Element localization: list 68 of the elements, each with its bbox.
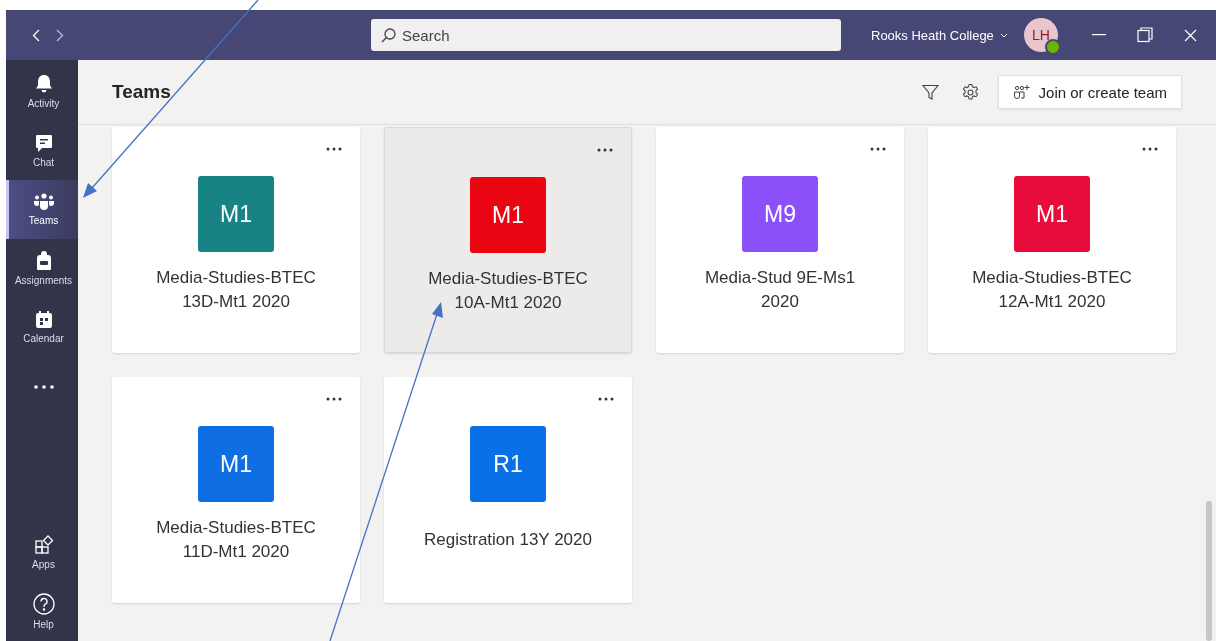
rail-item[interactable]: Teams xyxy=(6,180,78,239)
team-card[interactable]: M9 Media-Stud 9E-Ms1 2020 xyxy=(656,127,904,353)
rail-item[interactable]: Apps xyxy=(6,523,78,582)
chevron-right-icon xyxy=(56,28,64,42)
rail-label: Calendar xyxy=(23,333,64,344)
filter-icon xyxy=(921,83,939,101)
rail-label: Assignments xyxy=(14,275,73,286)
team-name: Media-Studies-BTEC 11D-Mt1 2020 xyxy=(156,517,316,563)
more-options-button[interactable] xyxy=(595,146,615,154)
team-name: Media-Stud 9E-Ms1 2020 xyxy=(704,267,856,313)
organization-switcher[interactable]: Rooks Heath College xyxy=(871,27,1008,43)
team-avatar: M1 xyxy=(198,426,274,502)
rail-label: Chat xyxy=(32,156,55,168)
bell-icon xyxy=(34,74,53,94)
ellipsis-icon xyxy=(326,147,342,151)
more-options-button[interactable] xyxy=(596,395,616,403)
team-name: Media-Studies-BTEC 10A-Mt1 2020 xyxy=(428,268,588,314)
ellipsis-icon xyxy=(870,147,886,151)
chevron-down-icon xyxy=(999,32,1008,38)
rail-label: Teams xyxy=(28,215,59,226)
apps-icon xyxy=(33,535,54,555)
join-or-create-team-button[interactable]: Join or create team xyxy=(997,75,1182,109)
rail-item[interactable]: Chat xyxy=(6,121,78,180)
rail-item[interactable]: Calendar xyxy=(6,298,78,357)
rail-item[interactable]: Assignments xyxy=(6,239,78,298)
page-title: Teams xyxy=(112,81,171,103)
team-avatar: M9 xyxy=(742,176,818,252)
team-avatar: M1 xyxy=(470,177,546,253)
team-avatar: M1 xyxy=(198,176,274,252)
team-card[interactable]: M1 Media-Studies-BTEC 11D-Mt1 2020 xyxy=(112,377,360,603)
more-options-button[interactable] xyxy=(324,145,344,153)
close-icon xyxy=(1184,28,1198,42)
team-avatar: M1 xyxy=(1014,176,1090,252)
team-name: Registration 13Y 2020 xyxy=(424,529,592,551)
team-avatar: R1 xyxy=(470,426,546,502)
team-card[interactable]: M1 Media-Studies-BTEC 12A-Mt1 2020 xyxy=(928,127,1176,353)
more-options-button[interactable] xyxy=(324,395,344,403)
chevron-left-icon xyxy=(32,28,40,42)
minimize-icon xyxy=(1091,34,1106,36)
restore-icon xyxy=(1136,27,1153,43)
more-options-button[interactable] xyxy=(868,145,888,153)
rail-item[interactable]: Help xyxy=(6,582,78,641)
search-icon xyxy=(381,28,396,43)
help-icon xyxy=(32,593,55,615)
ellipsis-icon xyxy=(326,397,342,401)
search-field[interactable]: Search xyxy=(371,19,841,51)
rail-item[interactable]: Activity xyxy=(6,62,78,121)
chat-icon xyxy=(34,133,53,153)
rail-label: Help xyxy=(33,619,54,630)
people-icon xyxy=(32,193,55,211)
ellipsis-icon xyxy=(33,384,54,389)
team-card[interactable]: M1 Media-Studies-BTEC 13D-Mt1 2020 xyxy=(112,127,360,353)
settings-icon xyxy=(960,82,980,102)
calendar-icon xyxy=(34,311,53,329)
team-name: Media-Studies-BTEC 13D-Mt1 2020 xyxy=(156,267,316,313)
backpack-icon xyxy=(35,251,52,271)
ellipsis-icon xyxy=(1142,147,1158,151)
team-card[interactable]: R1 Registration 13Y 2020 xyxy=(384,377,632,603)
add-people-icon xyxy=(1012,84,1031,100)
scrollbar-thumb[interactable] xyxy=(1206,501,1212,641)
more-options-button[interactable] xyxy=(1140,145,1160,153)
team-card[interactable]: M1 Media-Studies-BTEC 10A-Mt1 2020 xyxy=(384,127,632,353)
team-name: Media-Studies-BTEC 12A-Mt1 2020 xyxy=(972,267,1132,313)
rail-label: Activity xyxy=(27,98,60,109)
rail-label: Apps xyxy=(32,559,55,570)
user-avatar[interactable]: LH xyxy=(1023,18,1058,52)
ellipsis-icon xyxy=(598,397,614,401)
ellipsis-icon xyxy=(597,148,613,152)
